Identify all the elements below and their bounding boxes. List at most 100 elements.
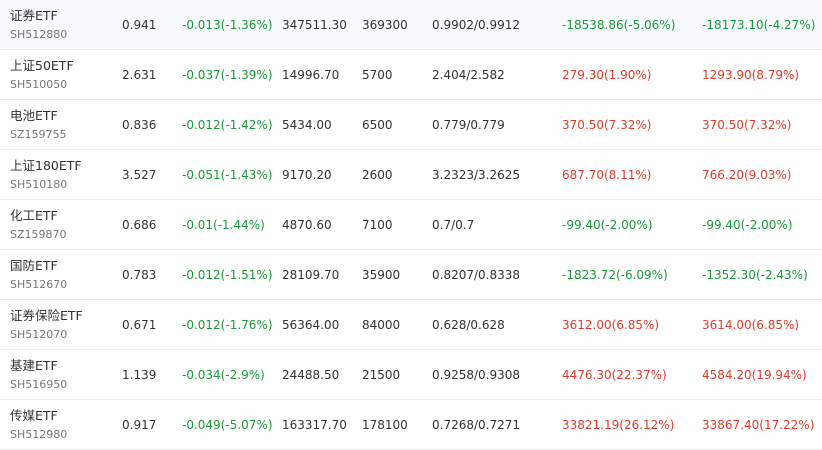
volume-value: 2600: [362, 168, 393, 182]
table-row[interactable]: 传媒ETF SH512980 0.917 -0.049(-5.07%) 1633…: [0, 400, 822, 450]
volume-value: 5700: [362, 68, 393, 82]
flow-value-2: 1293.90(8.79%): [702, 68, 800, 82]
fund-code: SH516950: [10, 378, 68, 391]
table-row[interactable]: 化工ETF SZ159870 0.686 -0.01(-1.44%) 4870.…: [0, 200, 822, 250]
fund-name-cell: 化工ETF SZ159870: [10, 208, 67, 243]
flow-value-1: 687.70(8.11%): [562, 168, 652, 182]
change-value: -0.049(-5.07%): [182, 418, 273, 432]
volume-value: 369300: [362, 18, 408, 32]
change-value: -0.01(-1.44%): [182, 218, 265, 232]
fund-name-cell: 上证180ETF SH510180: [10, 158, 82, 193]
flow-value-2: 4584.20(19.94%): [702, 368, 807, 382]
volume-value: 84000: [362, 318, 401, 332]
price-value: 1.139: [122, 368, 157, 382]
price-value: 0.941: [122, 18, 157, 32]
price-value: 3.527: [122, 168, 157, 182]
amount-value: 9170.20: [282, 168, 332, 182]
fund-name-cell: 上证50ETF SH510050: [10, 58, 74, 93]
flow-value-1: -1823.72(-6.09%): [562, 268, 668, 282]
flow-value-1: 370.50(7.32%): [562, 118, 652, 132]
amount-value: 28109.70: [282, 268, 340, 282]
flow-value-2: -18173.10(-4.27%): [702, 18, 816, 32]
change-value: -0.012(-1.42%): [182, 118, 273, 132]
range-value: 0.9902/0.9912: [432, 18, 521, 32]
fund-name-link[interactable]: 证券保险ETF: [10, 308, 83, 324]
change-value: -0.051(-1.43%): [182, 168, 273, 182]
amount-value: 56364.00: [282, 318, 340, 332]
table-row[interactable]: 上证180ETF SH510180 3.527 -0.051(-1.43%) 9…: [0, 150, 822, 200]
fund-code: SZ159870: [10, 228, 67, 241]
fund-name-cell: 证券ETF SH512880: [10, 8, 67, 43]
amount-value: 163317.70: [282, 418, 347, 432]
change-value: -0.037(-1.39%): [182, 68, 273, 82]
range-value: 3.2323/3.2625: [432, 168, 521, 182]
fund-code: SH512880: [10, 28, 68, 41]
amount-value: 347511.30: [282, 18, 347, 32]
price-value: 0.671: [122, 318, 157, 332]
amount-value: 24488.50: [282, 368, 340, 382]
flow-value-2: 766.20(9.03%): [702, 168, 792, 182]
range-value: 0.628/0.628: [432, 318, 505, 332]
amount-value: 4870.60: [282, 218, 332, 232]
fund-code: SH510050: [10, 78, 68, 91]
fund-name-link[interactable]: 证券ETF: [10, 8, 67, 24]
range-value: 0.7/0.7: [432, 218, 475, 232]
flow-value-1: 279.30(1.90%): [562, 68, 652, 82]
change-value: -0.013(-1.36%): [182, 18, 273, 32]
range-value: 2.404/2.582: [432, 68, 505, 82]
flow-value-2: 3614.00(6.85%): [702, 318, 800, 332]
fund-code: SH510180: [10, 178, 68, 191]
flow-value-1: -18538.86(-5.06%): [562, 18, 676, 32]
price-value: 0.783: [122, 268, 157, 282]
price-value: 0.917: [122, 418, 157, 432]
table-row[interactable]: 上证50ETF SH510050 2.631 -0.037(-1.39%) 14…: [0, 50, 822, 100]
fund-name-link[interactable]: 传媒ETF: [10, 408, 67, 424]
table-row[interactable]: 国防ETF SH512670 0.783 -0.012(-1.51%) 2810…: [0, 250, 822, 300]
fund-name-link[interactable]: 国防ETF: [10, 258, 67, 274]
flow-value-1: -99.40(-2.00%): [562, 218, 653, 232]
price-value: 0.686: [122, 218, 157, 232]
flow-value-2: -99.40(-2.00%): [702, 218, 793, 232]
change-value: -0.034(-2.9%): [182, 368, 265, 382]
range-value: 0.9258/0.9308: [432, 368, 521, 382]
volume-value: 35900: [362, 268, 401, 282]
fund-name-link[interactable]: 电池ETF: [10, 108, 67, 124]
table-row[interactable]: 电池ETF SZ159755 0.836 -0.012(-1.42%) 5434…: [0, 100, 822, 150]
volume-value: 7100: [362, 218, 393, 232]
fund-name-link[interactable]: 化工ETF: [10, 208, 67, 224]
table-row[interactable]: 证券ETF SH512880 0.941 -0.013(-1.36%) 3475…: [0, 0, 822, 50]
table-row[interactable]: 证券保险ETF SH512070 0.671 -0.012(-1.76%) 56…: [0, 300, 822, 350]
flow-value-1: 4476.30(22.37%): [562, 368, 667, 382]
fund-name-link[interactable]: 上证180ETF: [10, 158, 82, 174]
change-value: -0.012(-1.76%): [182, 318, 273, 332]
fund-code: SZ159755: [10, 128, 67, 141]
etf-table: 证券ETF SH512880 0.941 -0.013(-1.36%) 3475…: [0, 0, 822, 450]
amount-value: 5434.00: [282, 118, 332, 132]
flow-value-2: -1352.30(-2.43%): [702, 268, 808, 282]
fund-code: SH512980: [10, 428, 68, 441]
flow-value-1: 3612.00(6.85%): [562, 318, 660, 332]
fund-code: SH512670: [10, 278, 68, 291]
flow-value-2: 33867.40(17.22%): [702, 418, 815, 432]
table-row[interactable]: 基建ETF SH516950 1.139 -0.034(-2.9%) 24488…: [0, 350, 822, 400]
change-value: -0.012(-1.51%): [182, 268, 273, 282]
range-value: 0.8207/0.8338: [432, 268, 521, 282]
fund-name-cell: 国防ETF SH512670: [10, 258, 67, 293]
amount-value: 14996.70: [282, 68, 340, 82]
volume-value: 178100: [362, 418, 408, 432]
volume-value: 21500: [362, 368, 401, 382]
range-value: 0.7268/0.7271: [432, 418, 521, 432]
fund-name-cell: 证券保险ETF SH512070: [10, 308, 83, 343]
price-value: 0.836: [122, 118, 157, 132]
flow-value-2: 370.50(7.32%): [702, 118, 792, 132]
fund-name-cell: 电池ETF SZ159755: [10, 108, 67, 143]
fund-name-link[interactable]: 上证50ETF: [10, 58, 74, 74]
range-value: 0.779/0.779: [432, 118, 505, 132]
price-value: 2.631: [122, 68, 157, 82]
fund-name-link[interactable]: 基建ETF: [10, 358, 67, 374]
flow-value-1: 33821.19(26.12%): [562, 418, 675, 432]
fund-name-cell: 基建ETF SH516950: [10, 358, 67, 393]
volume-value: 6500: [362, 118, 393, 132]
fund-code: SH512070: [10, 328, 68, 341]
fund-name-cell: 传媒ETF SH512980: [10, 408, 67, 443]
